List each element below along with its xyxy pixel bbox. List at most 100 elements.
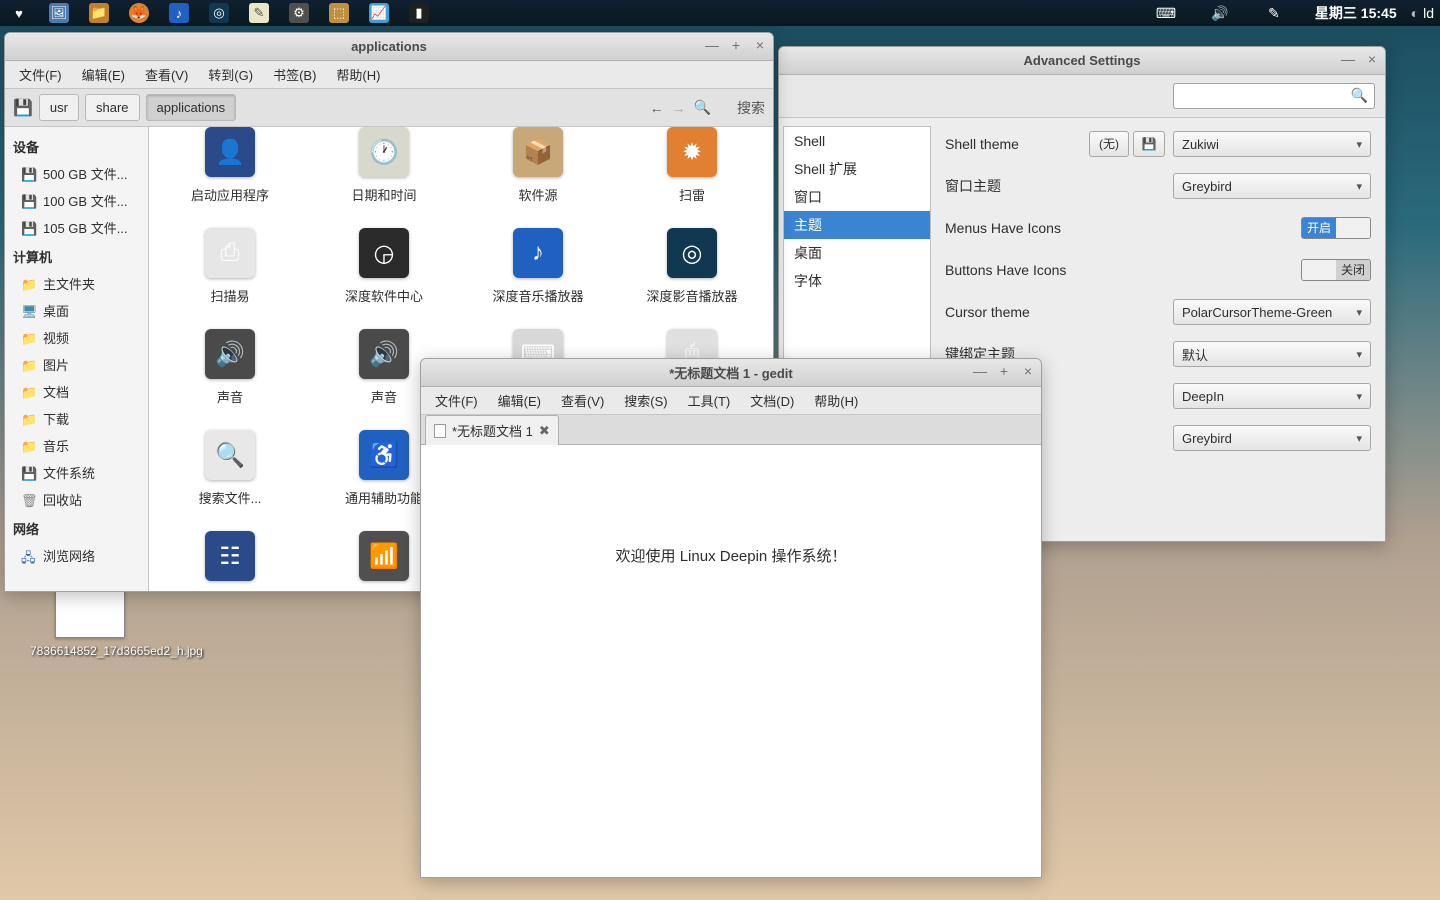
adv-sidebar-item[interactable]: 桌面 xyxy=(784,239,930,267)
gedit-tabstrip: *无标题文档 1 ✖ xyxy=(421,415,1041,445)
adv-sidebar-item[interactable]: Shell 扩展 xyxy=(784,155,930,183)
drive-icon[interactable]: 💾 xyxy=(13,98,33,118)
gedit-menu-file[interactable]: 文件(F) xyxy=(425,387,488,414)
sidebar-device-2[interactable]: 💾105 GB 文件... xyxy=(5,214,148,241)
app-icon: 📶 xyxy=(359,531,409,581)
gedit-titlebar[interactable]: *无标题文档 1 - gedit — + × xyxy=(421,359,1041,387)
gedit-menu-edit[interactable]: 编辑(E) xyxy=(488,387,551,414)
fm-menu-go[interactable]: 转到(G) xyxy=(198,61,263,88)
desktop-file[interactable]: 7836614852_17d3665ed2_h.jpg xyxy=(30,590,150,660)
gedit-tab-1[interactable]: *无标题文档 1 ✖ xyxy=(425,415,559,445)
sidebar-music[interactable]: 📁音乐 xyxy=(5,432,148,459)
gedit-menu-tools[interactable]: 工具(T) xyxy=(678,387,741,414)
minimize-button[interactable]: — xyxy=(705,37,719,53)
app-launcher[interactable]: 📦软件源 xyxy=(465,127,611,204)
folder-icon: 📁 xyxy=(21,277,37,291)
fm-menu-bookmarks[interactable]: 书签(B) xyxy=(263,61,326,88)
folder-icon: 📁 xyxy=(21,385,37,399)
fm-title: applications xyxy=(351,39,427,54)
adv-sidebar-item[interactable]: 字体 xyxy=(784,267,930,295)
adv-sidebar-item[interactable]: 主题 xyxy=(784,211,930,239)
panel-launcher-1[interactable]: 🖼 xyxy=(46,0,72,26)
adv-sidebar-item[interactable]: 窗口 xyxy=(784,183,930,211)
app-launcher[interactable]: ☷网络 xyxy=(157,531,303,591)
app-launcher[interactable]: ♪深度音乐播放器 xyxy=(465,228,611,305)
panel-launcher-7[interactable]: ⚙ xyxy=(286,0,312,26)
adv-sidebar-item[interactable]: Shell xyxy=(784,127,930,155)
panel-firefox-icon[interactable]: 🦊 xyxy=(126,0,152,26)
panel-launcher-2[interactable]: 📁 xyxy=(86,0,112,26)
fm-menu-help[interactable]: 帮助(H) xyxy=(326,61,390,88)
maximize-button[interactable]: + xyxy=(729,37,743,53)
adv-titlebar[interactable]: Advanced Settings — × xyxy=(779,47,1385,75)
sidebar-trash[interactable]: 🗑回收站 xyxy=(5,486,148,513)
panel-video-icon[interactable]: ◎ xyxy=(206,0,232,26)
gedit-menu-help[interactable]: 帮助(H) xyxy=(804,387,868,414)
sidebar-home[interactable]: 📁主文件夹 xyxy=(5,270,148,297)
gedit-menu-view[interactable]: 查看(V) xyxy=(551,387,614,414)
shell-theme-dropdown[interactable]: Zukiwi xyxy=(1173,131,1371,157)
sidebar-documents[interactable]: 📁文档 xyxy=(5,378,148,405)
close-button[interactable]: × xyxy=(753,37,767,53)
app-launcher[interactable]: 🔊声音 xyxy=(157,329,303,406)
sidebar-browse-network[interactable]: 🖧浏览网络 xyxy=(5,542,148,569)
cursor-theme-dropdown[interactable]: PolarCursorTheme-Green xyxy=(1173,299,1371,325)
app-launcher[interactable]: ◶深度软件中心 xyxy=(311,228,457,305)
panel-editor-icon[interactable]: ✎ xyxy=(246,0,272,26)
gtk-theme-dropdown[interactable]: Greybird xyxy=(1173,425,1371,451)
shell-theme-none-button[interactable]: (无) xyxy=(1089,131,1129,157)
menus-icons-switch[interactable]: 开启 xyxy=(1301,217,1371,239)
close-tab-icon[interactable]: ✖ xyxy=(539,423,550,439)
shell-theme-save-button[interactable]: 💾 xyxy=(1133,131,1165,157)
maximize-button[interactable]: + xyxy=(997,363,1011,379)
app-launcher[interactable]: 🔍搜索文件... xyxy=(157,430,303,507)
nav-back-icon[interactable]: ← xyxy=(650,100,664,116)
sidebar-device-0[interactable]: 💾500 GB 文件... xyxy=(5,160,148,187)
app-launcher[interactable]: 👤启动应用程序 xyxy=(157,127,303,204)
brush-icon[interactable]: ✎ xyxy=(1261,0,1287,26)
sidebar-videos[interactable]: 📁视频 xyxy=(5,324,148,351)
buttons-icons-switch[interactable]: 关闭 xyxy=(1301,259,1371,281)
nav-forward-icon[interactable]: → xyxy=(672,100,686,116)
app-launcher[interactable]: ✹扫雷 xyxy=(619,127,765,204)
sidebar-pictures[interactable]: 📁图片 xyxy=(5,351,148,378)
fm-titlebar[interactable]: applications — + × xyxy=(5,33,773,61)
search-icon[interactable]: 🔍 xyxy=(694,99,711,116)
user-menu[interactable]: ◐ld xyxy=(1411,5,1434,21)
sidebar-downloads[interactable]: 📁下载 xyxy=(5,405,148,432)
panel-activities-icon[interactable]: ♥ xyxy=(6,0,32,26)
sidebar-device-1[interactable]: 💾100 GB 文件... xyxy=(5,187,148,214)
panel-monitor-icon[interactable]: 📈 xyxy=(366,0,392,26)
path-segment-usr[interactable]: usr xyxy=(39,94,79,121)
fm-menu-edit[interactable]: 编辑(E) xyxy=(72,61,135,88)
minimize-button[interactable]: — xyxy=(973,363,987,379)
window-theme-dropdown[interactable]: Greybird xyxy=(1173,173,1371,199)
close-button[interactable]: × xyxy=(1365,51,1379,67)
adv-search-input[interactable] xyxy=(1173,83,1375,109)
sidebar-filesystem[interactable]: 💾文件系统 xyxy=(5,459,148,486)
app-launcher[interactable]: ◎深度影音播放器 xyxy=(619,228,765,305)
volume-icon[interactable]: 🔊 xyxy=(1207,0,1233,26)
app-icon: 🕐 xyxy=(359,127,409,177)
app-launcher[interactable]: ⎙扫描易 xyxy=(157,228,303,305)
fm-menu-file[interactable]: 文件(F) xyxy=(9,61,72,88)
app-launcher[interactable]: 🕐日期和时间 xyxy=(311,127,457,204)
sidebar-desktop[interactable]: 🖥桌面 xyxy=(5,297,148,324)
minimize-button[interactable]: — xyxy=(1341,51,1355,67)
panel-music-icon[interactable]: ♪ xyxy=(166,0,192,26)
keyboard-indicator-icon[interactable]: ⌨ xyxy=(1153,0,1179,26)
panel-launcher-8[interactable]: ⬚ xyxy=(326,0,352,26)
gedit-menu-documents[interactable]: 文档(D) xyxy=(740,387,804,414)
close-button[interactable]: × xyxy=(1021,363,1035,379)
buttons-icons-label: Buttons Have Icons xyxy=(945,262,1301,278)
icon-theme-dropdown[interactable]: DeepIn xyxy=(1173,383,1371,409)
panel-terminal-icon[interactable]: ▮ xyxy=(406,0,432,26)
panel-clock[interactable]: 星期三 15:45 xyxy=(1315,3,1397,23)
gedit-menu-search[interactable]: 搜索(S) xyxy=(614,387,677,414)
fm-menu-view[interactable]: 查看(V) xyxy=(135,61,198,88)
gedit-editor[interactable]: 欢迎使用 Linux Deepin 操作系统！ xyxy=(421,445,1041,877)
app-icon: ♪ xyxy=(513,228,563,278)
key-theme-dropdown[interactable]: 默认 xyxy=(1173,341,1371,367)
path-segment-share[interactable]: share xyxy=(85,94,140,121)
path-segment-applications[interactable]: applications xyxy=(146,94,237,121)
